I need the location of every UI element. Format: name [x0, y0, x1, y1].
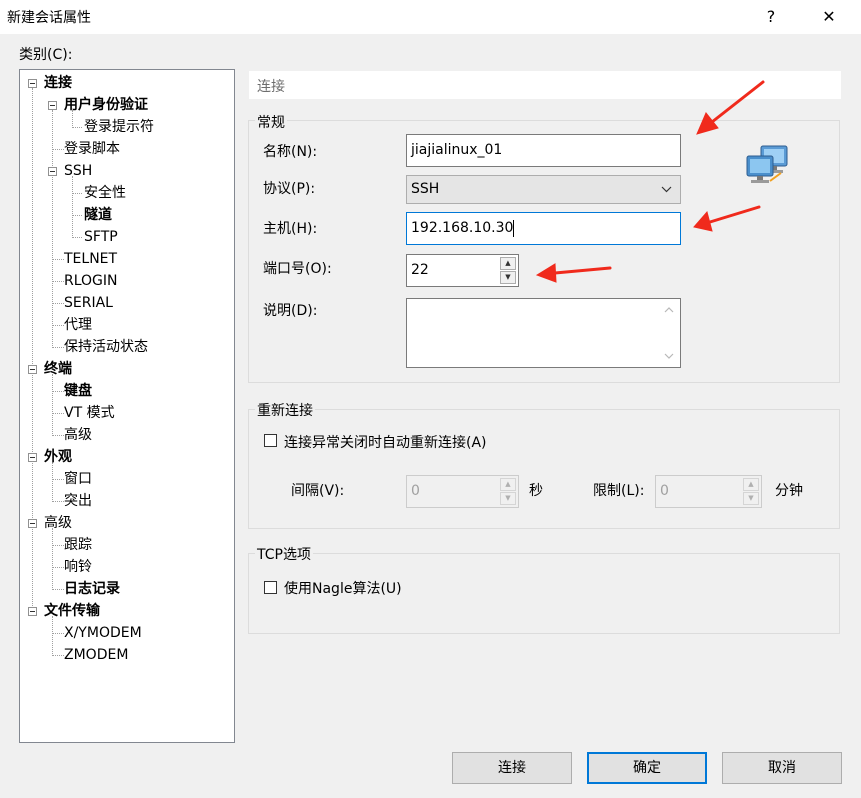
tree-item[interactable]: ZMODEM: [64, 644, 128, 666]
protocol-value: SSH: [411, 181, 440, 197]
interval-label: 间隔(V):: [291, 483, 345, 499]
auto-reconnect-label[interactable]: 连接异常关闭时自动重新连接(A): [284, 432, 487, 452]
reconnect-group: [248, 409, 840, 529]
host-label: 主机(H):: [263, 221, 318, 237]
title-bar: 新建会话属性 ? ✕: [0, 0, 861, 34]
name-label: 名称(N):: [263, 144, 318, 160]
tree-item[interactable]: 隧道: [84, 204, 112, 226]
tree-item[interactable]: SSH: [64, 160, 92, 182]
limit-unit: 分钟: [775, 483, 803, 499]
limit-value: 0: [660, 483, 669, 499]
limit-up-button[interactable]: ▲: [743, 478, 759, 491]
nagle-label[interactable]: 使用Nagle算法(U): [284, 578, 402, 598]
tree-item[interactable]: 用户身份验证: [64, 94, 148, 116]
close-button[interactable]: ✕: [806, 0, 852, 34]
tree-collapse-icon[interactable]: [28, 365, 37, 374]
description-label: 说明(D):: [263, 303, 318, 319]
limit-down-button[interactable]: ▼: [743, 492, 759, 505]
port-up-button[interactable]: ▲: [500, 257, 516, 270]
cancel-button[interactable]: 取消: [722, 752, 842, 784]
network-computers-icon: [746, 145, 788, 183]
tree-item[interactable]: 保持活动状态: [64, 336, 148, 358]
text-caret: [513, 219, 515, 237]
limit-label: 限制(L):: [593, 483, 645, 499]
port-label: 端口号(O):: [263, 261, 332, 277]
tree-collapse-icon[interactable]: [28, 79, 37, 88]
section-header-title: 连接: [257, 79, 285, 95]
limit-spinner[interactable]: 0 ▲ ▼: [655, 475, 762, 508]
tree-item[interactable]: 安全性: [84, 182, 126, 204]
auto-reconnect-checkbox[interactable]: [264, 434, 277, 447]
category-tree[interactable]: 连接 用户身份验证 登录提示符 登录脚本 SSH 安全性 隧道 SFTP TELNET RLOGI…: [19, 69, 235, 743]
help-button[interactable]: ?: [748, 0, 794, 34]
nagle-checkbox[interactable]: [264, 581, 277, 594]
section-header: 连接: [249, 71, 841, 99]
tree-item[interactable]: 登录提示符: [84, 116, 154, 138]
protocol-select[interactable]: SSH: [406, 175, 681, 204]
interval-up-button[interactable]: ▲: [500, 478, 516, 491]
window-title: 新建会话属性: [7, 10, 91, 26]
interval-spinner[interactable]: 0 ▲ ▼: [406, 475, 519, 508]
tree-item[interactable]: SERIAL: [64, 292, 113, 314]
tree-item[interactable]: 响铃: [64, 556, 92, 578]
tree-collapse-icon[interactable]: [28, 453, 37, 462]
tree-item[interactable]: 键盘: [64, 380, 92, 402]
tree-item[interactable]: 突出: [64, 490, 92, 512]
scroll-down-icon[interactable]: [664, 353, 674, 359]
host-input[interactable]: 192.168.10.30: [406, 212, 681, 245]
ok-button[interactable]: 确定: [587, 752, 707, 784]
tree-collapse-icon[interactable]: [28, 607, 37, 616]
tree-item[interactable]: 日志记录: [64, 578, 120, 600]
tree-item[interactable]: 高级: [44, 512, 72, 534]
tree-item[interactable]: 文件传输: [44, 600, 100, 622]
scroll-up-icon[interactable]: [664, 307, 674, 313]
reconnect-legend: 重新连接: [255, 400, 315, 420]
category-label: 类别(C):: [19, 47, 73, 63]
chevron-down-icon: [661, 186, 672, 193]
name-input[interactable]: jiajialinux_01: [406, 134, 681, 167]
tree-item[interactable]: 终端: [44, 358, 72, 380]
protocol-label: 协议(P):: [263, 181, 316, 197]
interval-unit: 秒: [529, 483, 543, 499]
tree-item[interactable]: TELNET: [64, 248, 117, 270]
tree-item[interactable]: VT 模式: [64, 402, 115, 424]
tcp-legend: TCP选项: [255, 544, 313, 564]
tree-item[interactable]: SFTP: [84, 226, 118, 248]
tree-item[interactable]: 登录脚本: [64, 138, 120, 160]
tree-item[interactable]: 外观: [44, 446, 72, 468]
port-down-button[interactable]: ▼: [500, 271, 516, 284]
port-spinner[interactable]: 22 ▲ ▼: [406, 254, 519, 287]
tree-collapse-icon[interactable]: [48, 101, 57, 110]
tree-collapse-icon[interactable]: [28, 519, 37, 528]
tree-item[interactable]: 窗口: [64, 468, 92, 490]
interval-down-button[interactable]: ▼: [500, 492, 516, 505]
tree-item[interactable]: RLOGIN: [64, 270, 118, 292]
tree-item[interactable]: 连接: [44, 72, 72, 94]
description-textarea[interactable]: [406, 298, 681, 368]
tree-collapse-icon[interactable]: [48, 167, 57, 176]
general-legend: 常规: [255, 112, 287, 132]
port-value: 22: [411, 262, 429, 278]
tree-item[interactable]: 高级: [64, 424, 92, 446]
tree-item[interactable]: X/YMODEM: [64, 622, 142, 644]
tree-item[interactable]: 跟踪: [64, 534, 92, 556]
host-value: 192.168.10.30: [411, 220, 514, 236]
connect-button[interactable]: 连接: [452, 752, 572, 784]
interval-value: 0: [411, 483, 420, 499]
tree-item[interactable]: 代理: [64, 314, 92, 336]
